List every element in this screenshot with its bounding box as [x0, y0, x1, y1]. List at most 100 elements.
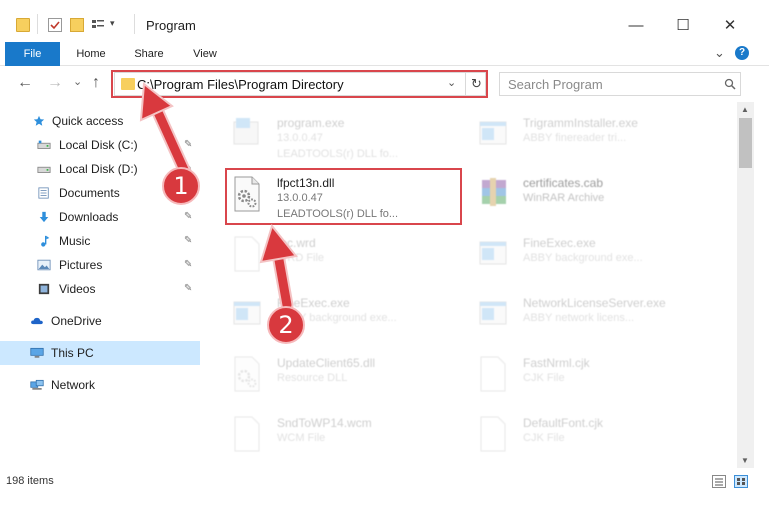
dll-gear-icon — [234, 356, 260, 392]
exe-icon — [479, 241, 507, 265]
file-item[interactable]: SndToWP14.wcm WCM File — [204, 408, 444, 464]
tab-share[interactable]: Share — [128, 42, 170, 66]
new-folder-icon[interactable] — [70, 18, 84, 32]
file-highlight-box — [225, 168, 462, 225]
sidebar-item-label: Local Disk (C:) — [59, 138, 138, 152]
address-highlight-box — [111, 70, 488, 98]
file-item[interactable]: FineExec.exe ABBY background exe... — [204, 288, 444, 344]
file-name: NetworkLicenseServer.exe — [523, 296, 666, 310]
sidebar-item-label: Network — [51, 378, 96, 392]
sidebar-item-music[interactable]: Music ✎ — [0, 229, 200, 253]
file-detail: ABBY background exe... — [523, 252, 643, 264]
exe-icon — [233, 118, 259, 145]
scrollbar-thumb[interactable] — [739, 118, 752, 168]
network-icon — [30, 379, 44, 390]
sidebar-item-downloads[interactable]: Downloads ✎ — [0, 205, 200, 229]
scroll-up-icon[interactable]: ▲ — [741, 105, 749, 114]
exe-icon — [233, 301, 261, 325]
sidebar-item-label: Videos — [59, 282, 96, 296]
file-name: FineExec.exe — [523, 236, 596, 250]
sidebar-item-quick-access[interactable]: Quick access — [0, 109, 200, 133]
file-detail: WinRAR Archive — [523, 192, 605, 204]
forward-button[interactable]: → — [47, 74, 63, 92]
search-placeholder: Search Program — [508, 77, 603, 92]
window-title: Program — [146, 18, 196, 33]
tab-view[interactable]: View — [186, 42, 224, 66]
sidebar-item-label: Quick access — [52, 114, 124, 128]
file-detail: Resource DLL — [277, 372, 348, 384]
downloads-icon — [39, 211, 49, 223]
computer-icon — [30, 347, 44, 358]
sidebar-item-network[interactable]: Network — [0, 373, 200, 397]
file-name: DefaultFont.cjk — [523, 416, 604, 430]
sidebar-item-label: OneDrive — [51, 314, 102, 328]
file-item[interactable]: program.exe 13.0.0.47 LEADTOOLS(r) DLL f… — [204, 108, 444, 164]
tab-home[interactable]: Home — [70, 42, 112, 66]
navigation-bar: ← → ⌄ ↑ C:\Program Files\Program Directo… — [0, 66, 769, 102]
file-item[interactable]: UpdateClient65.dll Resource DLL — [204, 348, 444, 404]
file-item[interactable]: tbc.wrd WRD File — [204, 228, 444, 284]
pin-icon[interactable]: ✎ — [184, 235, 192, 246]
pin-icon[interactable]: ✎ — [184, 259, 192, 270]
back-button[interactable]: ← — [17, 74, 33, 92]
title-bar: ▾ Program — ☐ ✕ — [0, 0, 769, 42]
recent-locations-icon[interactable]: ⌄ — [73, 75, 82, 88]
help-icon[interactable]: ? — [735, 46, 749, 60]
sidebar-item-local-disk-c[interactable]: Local Disk (C:) ✎ — [0, 133, 200, 157]
chevron-down-icon[interactable]: ▾ — [110, 18, 115, 29]
tab-file[interactable]: File — [5, 42, 60, 66]
file-name: program.exe — [277, 116, 345, 130]
file-name: TrigrammInstaller.exe — [523, 116, 638, 130]
search-input[interactable]: Search Program — [499, 72, 741, 96]
folder-icon — [16, 18, 30, 32]
navigation-pane: Quick access Local Disk (C:) ✎ Local Dis… — [0, 102, 200, 468]
file-item[interactable]: NetworkLicenseServer.exe ABBY network li… — [450, 288, 690, 344]
expand-ribbon-icon[interactable]: ⌄ — [714, 45, 725, 61]
file-detail: WCM File — [277, 432, 326, 444]
file-item[interactable]: FastNrml.cjk CJK File — [450, 348, 690, 404]
file-detail: 13.0.0.47 — [277, 132, 323, 144]
exe-icon — [479, 121, 507, 145]
exe-icon — [479, 301, 507, 325]
minimize-button[interactable]: — — [614, 10, 658, 40]
documents-icon — [38, 187, 49, 199]
pin-icon[interactable]: ✎ — [184, 139, 192, 150]
file-detail: ABBY finereader tri... — [523, 132, 627, 144]
file-list: program.exe 13.0.0.47 LEADTOOLS(r) DLL f… — [200, 102, 737, 468]
file-detail: CJK File — [523, 432, 565, 444]
pin-icon[interactable]: ✎ — [184, 283, 192, 294]
details-view-icon[interactable] — [712, 475, 726, 488]
maximize-button[interactable]: ☐ — [661, 10, 705, 40]
ribbon-tabs: File Home Share View ⌄ ? — [0, 42, 769, 66]
file-item[interactable]: DefaultFont.cjk CJK File — [450, 408, 690, 464]
up-button[interactable]: ↑ — [92, 74, 100, 92]
file-name: tbc.wrd — [277, 236, 316, 250]
sidebar-item-pictures[interactable]: Pictures ✎ — [0, 253, 200, 277]
vertical-scrollbar[interactable]: ▲ ▼ — [737, 102, 754, 468]
file-item[interactable]: certificates.cab WinRAR Archive — [450, 168, 690, 224]
pin-icon[interactable]: ✎ — [184, 211, 192, 222]
large-icons-view-icon[interactable] — [734, 475, 748, 488]
file-detail: LEADTOOLS(r) DLL fo... — [277, 148, 399, 160]
file-item[interactable]: TrigrammInstaller.exe ABBY finereader tr… — [450, 108, 690, 164]
archive-icon — [482, 178, 506, 206]
sidebar-item-label: This PC — [51, 346, 94, 360]
file-item[interactable]: FineExec.exe ABBY background exe... — [450, 228, 690, 284]
drive-icon — [37, 166, 51, 173]
file-icon — [234, 416, 260, 452]
sidebar-item-label: Downloads — [59, 210, 119, 224]
videos-icon — [38, 283, 50, 295]
item-count: 198 items — [6, 475, 54, 487]
sidebar-item-videos[interactable]: Videos ✎ — [0, 277, 200, 301]
file-name: FastNrml.cjk — [523, 356, 590, 370]
search-icon — [724, 78, 736, 90]
sidebar-item-onedrive[interactable]: OneDrive — [0, 309, 200, 333]
scroll-down-icon[interactable]: ▼ — [741, 456, 749, 465]
close-button[interactable]: ✕ — [708, 10, 752, 40]
drive-icon — [37, 140, 51, 149]
customize-toolbar-icon[interactable] — [91, 18, 105, 32]
sidebar-item-this-pc[interactable]: This PC — [0, 341, 200, 365]
music-icon — [41, 235, 50, 247]
properties-icon[interactable] — [48, 18, 62, 32]
sidebar-item-label: Local Disk (D:) — [59, 162, 138, 176]
